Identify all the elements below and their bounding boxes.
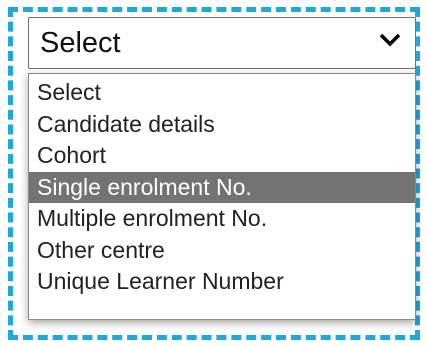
option-unique-learner-number[interactable]: Unique Learner Number	[29, 266, 415, 298]
chevron-down-icon[interactable]	[379, 32, 401, 48]
option-multiple-enrolment-no[interactable]: Multiple enrolment No.	[29, 203, 415, 235]
option-cohort[interactable]: Cohort	[29, 140, 415, 172]
option-single-enrolment-no[interactable]: Single enrolment No.	[29, 171, 415, 203]
option-other-centre[interactable]: Other centre	[29, 235, 415, 267]
option-select[interactable]: Select	[29, 77, 415, 109]
select-current-value: Select	[40, 27, 121, 59]
search-type-select[interactable]: Select	[28, 17, 416, 69]
dropdown-options-list: Select Candidate details Cohort Single e…	[28, 73, 416, 320]
option-candidate-details[interactable]: Candidate details	[29, 109, 415, 141]
